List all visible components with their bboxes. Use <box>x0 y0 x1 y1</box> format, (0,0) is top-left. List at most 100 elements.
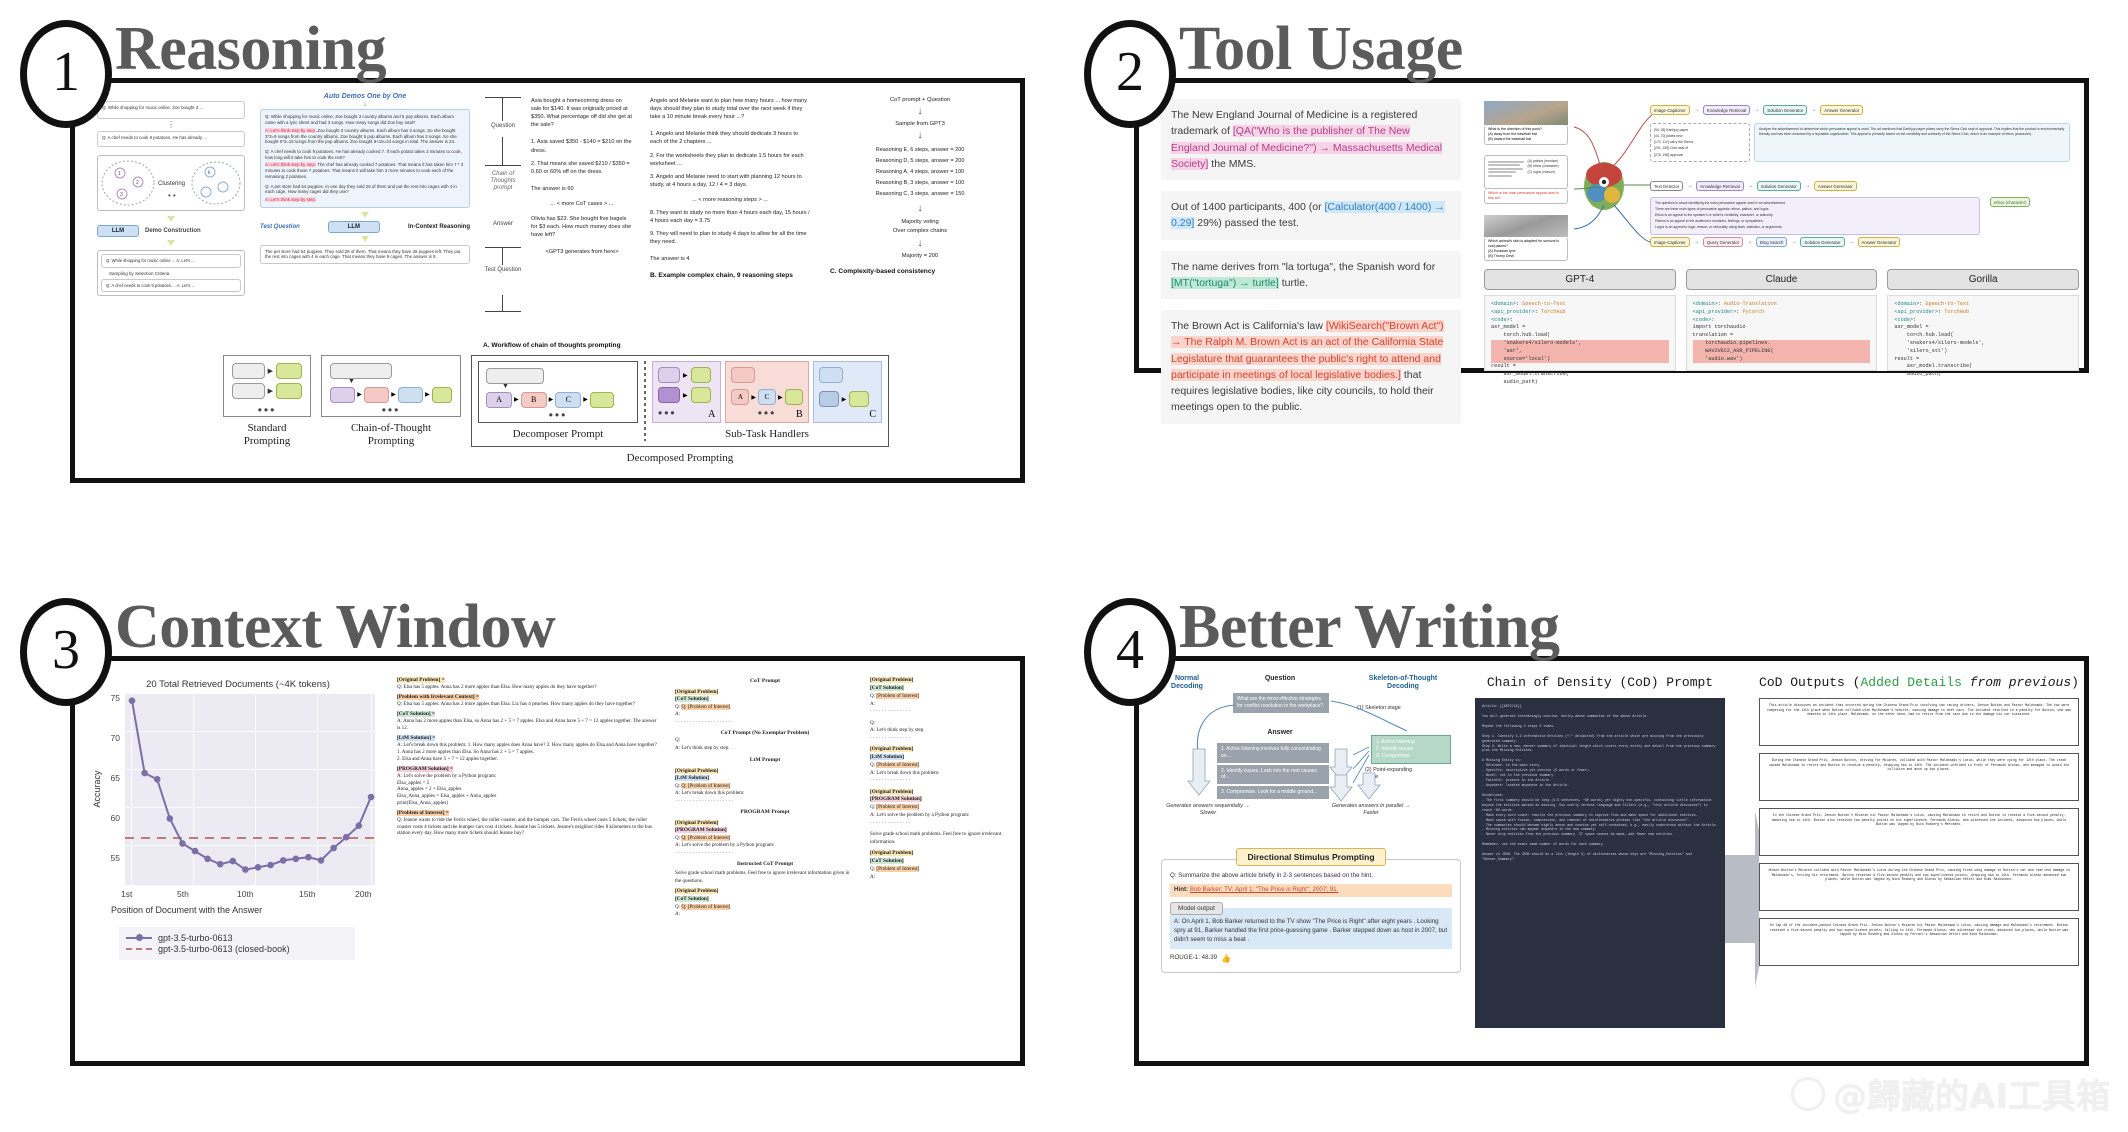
cot-generates-note: <GPT3 generates from here> <box>545 249 619 256</box>
section-context-window: 3 Context Window 20 Total Retrieved Docu… <box>0 566 1064 1132</box>
cod-output-3: Jenson Button's McLaren collided with Pa… <box>1759 863 2079 911</box>
handler-tag-b: B <box>795 409 803 420</box>
sot-stage-1-label: (1) Skeleton stage <box>1357 705 1401 711</box>
r-b5b: - - - - - - - - - - - - - - - - - - - - <box>675 797 734 804</box>
cod-prompt-title: Chain of Density (CoD) Prompt <box>1486 675 1714 690</box>
sot-answers-stack: 1. Active listening involves fully conce… <box>1217 743 1329 801</box>
dsp-rouge: ROUGE-1: 48.39 <box>1170 954 1218 962</box>
svg-text:• •: • • <box>168 191 176 200</box>
consistency-top: CoT prompt + Question <box>889 97 951 103</box>
question-label: Question <box>1264 675 1296 682</box>
consistency-sample: Sample from GPT3 <box>895 121 945 127</box>
sot-note-left: Generates answers sequentially → Slower <box>1166 803 1250 817</box>
section-number-3: 3 <box>52 619 80 681</box>
demo-construction-label: Demo Construction <box>145 228 201 235</box>
blk4-head: [PROGRAM Solution] = <box>397 765 453 772</box>
sot-answer-1: 2. Identify issues. Look into the root c… <box>1217 764 1329 784</box>
legend-solid-swatch <box>126 934 152 941</box>
tool-example-1: Out of 1400 participants, 400 (or [Calcu… <box>1161 191 1461 240</box>
pipeline-middle: Text Detector → Knowledge Retrieval → Solu… <box>1650 181 1857 191</box>
blk1-head: [Problem with Irrelevant Context] = <box>397 694 479 701</box>
dsp-body: Q: Summarize the above article briefly i… <box>1161 859 1461 973</box>
pipeline-bottom: Image Captioner → Query Generator → Bing S… <box>1650 237 1901 247</box>
standard-prompting-label: Standard Prompting <box>243 422 291 448</box>
blk0-body: Q: Elsa has 5 apples. Anna has 2 more ap… <box>397 683 597 690</box>
label-cot-prompt: Chain of Thoughts prompt <box>490 171 516 192</box>
prompt-examples-left: [Original Problem] = Q: Elsa has 5 apple… <box>397 677 659 837</box>
pipeline-top: Image Captioner → Knowledge Retrieval → So… <box>1650 105 1864 115</box>
caption-a: A. Workflow of chain of thoughts prompti… <box>483 342 621 349</box>
tool-ex2-call: [MT("tortuga") → turtle] <box>1171 276 1279 289</box>
decomp-b: B <box>520 391 547 408</box>
autocot-question-1: Q: While shopping for music online, Zoe … <box>97 101 245 119</box>
legend-label-1: gpt-3.5-turbo-0613 (closed-book) <box>158 944 290 954</box>
test-question-label-mid: Test Question <box>260 223 300 230</box>
answer-label: Answer <box>1267 729 1293 736</box>
section-badge-4: 4 <box>1084 598 1176 706</box>
question-thumb-3: Which animal's skin is adapted for survi… <box>1484 215 1568 262</box>
dsp-hint-text: Bob Barker; TV; April 1; "The Price is R… <box>1189 885 1339 893</box>
r-b13: A: Let's break down this problem: <box>675 790 745 797</box>
autocot-middle-column: Auto Demos One by One ↓ Q: While shoppin… <box>260 93 470 265</box>
section-frame-2: The New England Journal of Medicine is a… <box>1134 78 2089 424</box>
clustering-box: 1 2 3 k Clustering • • <box>97 155 245 212</box>
decomp-c: C <box>555 391 582 408</box>
label-answer: Answer <box>492 221 513 227</box>
chain-step-2: 2. For the worksheets they plan to dedic… <box>650 152 804 167</box>
tool-ex2-pre: The name derives from "la tortuga", the … <box>1171 260 1436 273</box>
section-title-2: Tool Usage <box>1179 15 1463 83</box>
model-header-claude: Claude <box>1685 269 1878 290</box>
caption-b: B. Example complex chain, 9 reasoning st… <box>650 271 793 279</box>
thumbs-up-icon: 👍 <box>1221 953 1232 963</box>
r-b8: A: Let's think step by step. <box>675 744 730 751</box>
blk1-body: Q: Elsa has 5 apples. Anna has 2 more ap… <box>397 701 636 708</box>
cod-output-0: This article discusses an incident that … <box>1759 698 2079 746</box>
reason-chain-1: Reasoning D, 5 steps, answer = 200 <box>875 158 965 164</box>
majority-result: Majority = 200 <box>901 253 939 260</box>
r-b4: A: <box>675 711 681 718</box>
cot-step-2: 2. That means she saved $210 / $350 = 0.… <box>531 160 630 175</box>
autocot-demos-box: Q: While shopping for music online, Zoe … <box>260 109 470 208</box>
r-b6: CoT Prompt (No Exemplar Problem) <box>720 730 810 737</box>
question-thumb-2: (A) pathos (emotion) (B) ethos (characte… <box>1484 155 1568 204</box>
r-b20: Solve grade school math problems. Feel f… <box>675 870 850 884</box>
autocot-question-2: Q: A chef needs to cook 9 potatoes. He h… <box>97 131 245 148</box>
r-b3: Q: [Problem of Interest] <box>681 703 731 710</box>
down-arrow-icon-1: ↓ <box>917 106 923 117</box>
tool-ex3-pre: The Brown Act is California's law <box>1171 320 1326 333</box>
section-title-3: Context Window <box>115 593 556 661</box>
blk5-body: Q: Jeanne wants to ride the Ferris wheel… <box>397 817 652 837</box>
llm-chip-mid: LLM <box>327 220 380 233</box>
skeleton-item-1: 2. Identify issues <box>1376 746 1414 752</box>
sot-answer-2: 3. Compromise. Look for a middle ground.… <box>1217 786 1329 799</box>
model-header-gorilla: Gorilla <box>1887 269 2080 290</box>
sot-stage-2-label: (2) Point-expanding stage <box>1365 767 1413 781</box>
majority-voting-note: Majority voting Over complex chains <box>892 219 948 234</box>
section-badge-3: 3 <box>20 598 112 706</box>
reasoning-bullets-panel: The question is about identifying the ma… <box>1650 197 1980 235</box>
prompting-comparison-row: ▶ ▶ ••• Standard Prompting ▼ ▶ ▶ ▶ ••• C… <box>223 355 903 475</box>
label-test-question: Test Question <box>484 267 522 273</box>
r-b23: Q: [Problem of Interest] <box>681 903 731 910</box>
section-badge-2: 2 <box>1084 20 1176 128</box>
database-icon <box>818 391 839 407</box>
demo-3-question: Q: A pet store had 64 puppies. In one da… <box>265 183 457 195</box>
model-card-claude: Claude <domain>: Audio-Translation <api_… <box>1685 269 1878 371</box>
handler-tag-c: C <box>869 409 876 420</box>
autocot-left-column: Q: While shopping for music online, Zoe … <box>97 101 245 297</box>
tool-ex1-post: 29%) passed the test. <box>1194 217 1299 230</box>
model-comparison: GPT-4 <domain>: Speech-to-Text <api_prov… <box>1484 269 2080 385</box>
demo-3-lead: A: Let's think step by step. <box>265 197 317 203</box>
chain-answer: The answer is 4 <box>650 255 690 262</box>
down-arrow-icon-3: ↓ <box>917 203 923 214</box>
chart-legend: gpt-3.5-turbo-0613 gpt-3.5-turbo-0613 (c… <box>119 927 355 960</box>
cot-test-question-text: Olivia has $23. She bought five bagels f… <box>531 216 632 239</box>
sampled-demo-2: Q: A chef needs to cook 9 potatoes ... A… <box>101 278 241 293</box>
dsp-hint-label: Hint: <box>1174 885 1189 893</box>
cod-prompt-text: Article: {{ARTICLE}} You will generate i… <box>1475 698 1725 1028</box>
section-badge-1: 1 <box>20 20 112 128</box>
cot-prompting-label: Chain-of-Thought Prompting <box>350 422 432 448</box>
weibo-logo-icon <box>1791 1076 1826 1111</box>
sampled-demo-1: Q: While shopping for music online ... A… <box>101 254 241 268</box>
section-number-1: 1 <box>52 41 80 103</box>
